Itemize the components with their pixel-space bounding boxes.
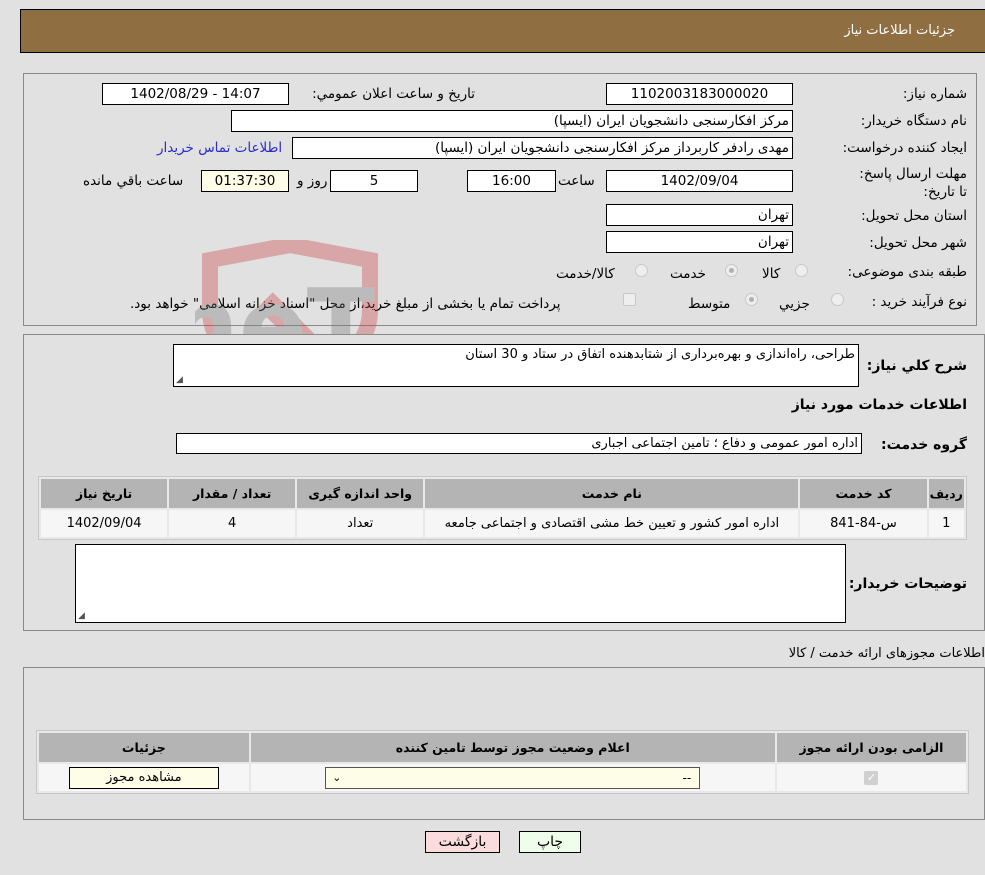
- buyer-org-field: مرکز افکارسنجی دانشجویان ایران (ایسپا): [231, 110, 793, 132]
- cell-row-number: 1: [928, 510, 964, 537]
- category-option-goods-service: کالا/خدمت: [556, 266, 615, 282]
- buyer-notes-label: توضیحات خریدار:: [848, 576, 967, 592]
- cell-required: ✓: [776, 764, 966, 791]
- permit-status-select[interactable]: -- ⌄: [325, 766, 701, 789]
- process-label: نوع فرآیند خرید :: [871, 294, 967, 310]
- province-field: تهران: [606, 204, 793, 226]
- process-radio-minor[interactable]: [831, 293, 844, 306]
- requester-field: مهدی رادفر کاربرداز مرکز افکارسنجی دانشج…: [292, 137, 793, 159]
- need-number-field: 1102003183000020: [606, 83, 793, 105]
- cell-quantity: 4: [169, 510, 296, 537]
- deadline-time-field: 16:00: [467, 170, 556, 192]
- buyer-notes-textarea[interactable]: ◢: [75, 544, 846, 623]
- resize-handle-icon[interactable]: ◢: [78, 611, 85, 621]
- view-permit-button[interactable]: مشاهده مجوز: [68, 766, 219, 789]
- category-option-goods: کالا: [762, 266, 781, 282]
- service-group-label: گروه خدمت:: [881, 437, 967, 453]
- service-group-field: اداره امور عمومی و دفاع ؛ تامین اجتماعی …: [176, 433, 862, 454]
- cell-details: مشاهده مجوز: [39, 764, 249, 791]
- deadline-label: مهلت ارسال پاسخ: تا تاریخ:: [859, 166, 967, 200]
- buyer-contact-link[interactable]: اطلاعات تماس خریدار: [157, 140, 282, 156]
- process-radio-medium[interactable]: [745, 293, 758, 306]
- category-radio-goods-service[interactable]: [635, 264, 648, 277]
- permit-status-value: --: [682, 770, 692, 785]
- category-radio-goods[interactable]: [795, 264, 808, 277]
- general-description-label: شرح کلي نیاز:: [866, 358, 967, 374]
- permits-heading: اطلاعات مجوزهای ارائه خدمت / کالا: [788, 646, 985, 661]
- cell-service-name: اداره امور کشور و تعیین خط مشی اقتصادی و…: [425, 510, 799, 537]
- permits-table: الزامی بودن ارائه مجوز اعلام وضعیت مجوز …: [36, 730, 969, 794]
- process-option-minor: جزيي: [779, 296, 810, 312]
- required-checkbox-icon: ✓: [864, 771, 879, 785]
- cell-unit: تعداد: [297, 510, 424, 537]
- cell-need-date: 1402/09/04: [41, 510, 168, 537]
- treasury-checkbox[interactable]: [623, 293, 636, 306]
- cell-status: -- ⌄: [250, 764, 775, 791]
- col-header-code: کد خدمت: [800, 479, 927, 508]
- general-description-textarea[interactable]: طراحی، راه‌اندازی و بهره‌برداری از شتابد…: [173, 344, 859, 387]
- days-label: روز و: [297, 173, 328, 189]
- city-label: شهر محل تحویل:: [869, 235, 967, 251]
- buyer-org-label: نام دستگاه خریدار:: [860, 113, 967, 129]
- requester-label: ایجاد کننده درخواست:: [842, 140, 967, 156]
- cell-service-code: س-84-841: [800, 510, 927, 537]
- page-title: جزئیات اطلاعات نیاز: [844, 23, 955, 38]
- table-row: 1 س-84-841 اداره امور کشور و تعیین خط مش…: [41, 510, 964, 537]
- col-header-quantity: تعداد / مقدار: [169, 479, 296, 508]
- days-remaining-field: 5: [330, 170, 418, 192]
- remaining-time-field: 01:37:30: [201, 170, 289, 192]
- deadline-time-label: ساعت: [558, 173, 595, 189]
- services-table: ردیف کد خدمت نام خدمت واحد اندازه گیری ت…: [38, 476, 967, 540]
- col-header-status: اعلام وضعیت مجوز توسط تامین کننده: [250, 733, 775, 762]
- chevron-down-icon: ⌄: [332, 770, 342, 784]
- col-header-unit: واحد اندازه گیری: [297, 479, 424, 508]
- col-header-required: الزامی بودن ارائه مجوز: [776, 733, 966, 762]
- process-option-medium: متوسط: [688, 296, 731, 312]
- announce-label: تاریخ و ساعت اعلان عمومي:: [312, 86, 475, 102]
- print-button[interactable]: چاپ: [519, 831, 581, 853]
- city-field: تهران: [606, 231, 793, 253]
- permits-table-header: الزامی بودن ارائه مجوز اعلام وضعیت مجوز …: [39, 733, 966, 762]
- deadline-date-field: 1402/09/04: [606, 170, 793, 192]
- col-header-date: تاریخ نیاز: [41, 479, 168, 508]
- category-radio-service[interactable]: [725, 264, 738, 277]
- province-label: استان محل تحویل:: [861, 208, 967, 224]
- general-description-text: طراحی، راه‌اندازی و بهره‌برداری از شتابد…: [465, 347, 855, 362]
- announce-field: 1402/08/29 - 14:07: [102, 83, 289, 105]
- services-table-header: ردیف کد خدمت نام خدمت واحد اندازه گیری ت…: [41, 479, 964, 508]
- services-heading: اطلاعات خدمات مورد نیاز: [791, 397, 967, 413]
- col-header-name: نام خدمت: [425, 479, 799, 508]
- col-header-details: جزئیات: [39, 733, 249, 762]
- treasury-note: پرداخت تمام یا بخشی از مبلغ خرید،از محل …: [130, 296, 561, 312]
- back-button[interactable]: بازگشت: [425, 831, 500, 853]
- remaining-time-label: ساعت باقي مانده: [83, 173, 184, 189]
- category-label: طبقه بندی موضوعی:: [847, 264, 967, 280]
- col-header-row: ردیف: [928, 479, 964, 508]
- need-number-label: شماره نیاز:: [902, 86, 967, 102]
- page-header: جزئیات اطلاعات نیاز: [20, 9, 985, 53]
- category-option-service: خدمت: [670, 266, 706, 282]
- table-row: ✓ -- ⌄ مشاهده مجوز: [39, 764, 966, 791]
- resize-handle-icon[interactable]: ◢: [176, 375, 183, 385]
